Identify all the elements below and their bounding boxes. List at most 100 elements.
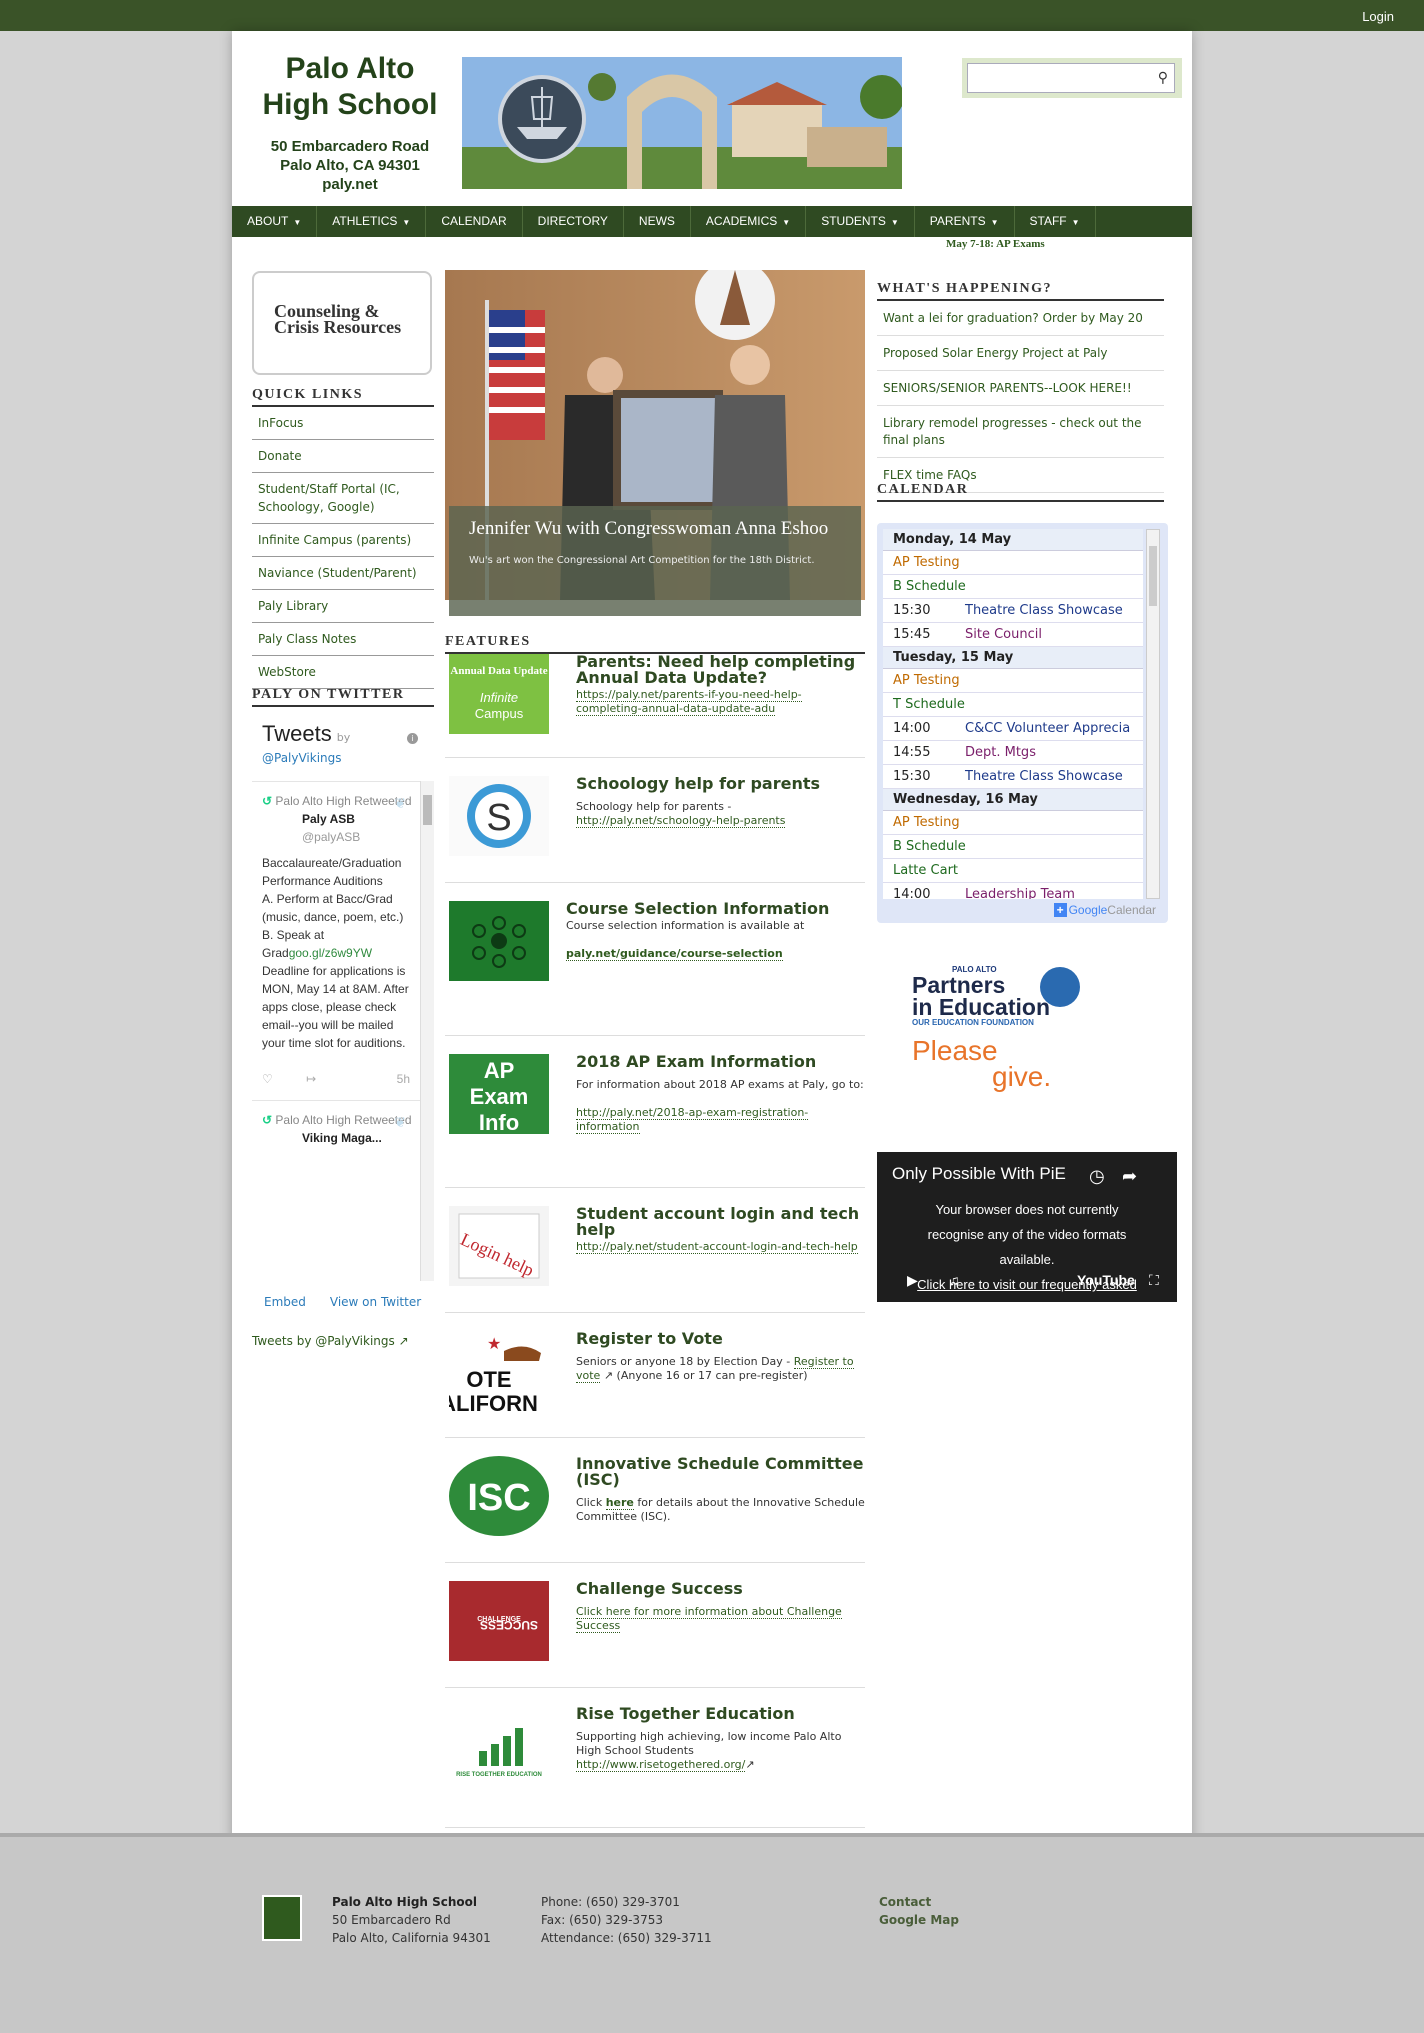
feature-title[interactable]: Schoology help for parents	[576, 776, 866, 792]
feature-title[interactable]: Student account login and tech help	[576, 1206, 866, 1238]
twitter-bird-icon[interactable]: ❦	[394, 1113, 406, 1131]
quick-link[interactable]: Paly Library	[252, 590, 434, 623]
feature-title[interactable]: Challenge Success	[576, 1581, 866, 1597]
feature-image[interactable]: Login help	[449, 1206, 549, 1286]
calendar-event[interactable]: B Schedule	[883, 575, 1143, 599]
feature-image[interactable]	[449, 901, 549, 981]
feature-title[interactable]: 2018 AP Exam Information	[576, 1054, 866, 1070]
counseling-resources-button[interactable]: Counseling & Crisis Resources	[252, 271, 432, 375]
quick-link[interactable]: Donate	[252, 440, 434, 473]
pie-donate-ad[interactable]: PALO ALTO Partners in Education OUR EDUC…	[912, 965, 1082, 1095]
nav-item-students[interactable]: STUDENTS ▼	[806, 206, 915, 237]
tweet-author-handle[interactable]: @palyASB	[302, 828, 424, 846]
twitter-bird-icon[interactable]: ❦	[394, 794, 406, 812]
calendar-event[interactable]: AP Testing	[883, 551, 1143, 575]
contact-link[interactable]: Contact	[879, 1895, 931, 1909]
nav-item-calendar[interactable]: CALENDAR	[426, 206, 523, 237]
feature-body: Click here for details about the Innovat…	[576, 1496, 866, 1524]
feature-title[interactable]: Innovative Schedule Committee (ISC)	[576, 1456, 866, 1488]
nav-item-parents[interactable]: PARENTS ▼	[915, 206, 1015, 237]
quick-link[interactable]: Student/Staff Portal (IC, Schoology, Goo…	[252, 473, 434, 524]
calendar-event[interactable]: 15:30 Theatre Class Showcase	[883, 765, 1143, 789]
fullscreen-icon[interactable]: ⛶	[1149, 1272, 1159, 1289]
share-icon[interactable]: ↦	[306, 1072, 316, 1086]
feature-link[interactable]: https://paly.net/parents-if-you-need-hel…	[576, 688, 802, 716]
school-logo-text[interactable]: Palo Alto High School 50 Embarcadero Roa…	[260, 51, 440, 194]
calendar-event[interactable]: Latte Cart	[883, 859, 1143, 883]
feature-text: Innovative Schedule Committee (ISC) Click…	[576, 1456, 866, 1524]
nav-item-staff[interactable]: STAFF ▼	[1015, 206, 1096, 237]
school-site: paly.net	[322, 176, 378, 193]
calendar-scrollbar[interactable]	[1146, 529, 1160, 899]
calendar-event[interactable]: AP Testing	[883, 811, 1143, 835]
video-player[interactable]: Only Possible With PiE ◷ ➦ Your browser …	[877, 1152, 1177, 1317]
news-link[interactable]: Library remodel progresses - check out t…	[877, 406, 1164, 458]
news-ticker[interactable]: May 7-18: AP Exams	[946, 238, 1045, 250]
feature-image[interactable]: CHALLENGE SUCCESS	[449, 1581, 549, 1661]
feature-link[interactable]: http://paly.net/student-account-login-an…	[576, 1240, 858, 1254]
calendar-event[interactable]: 14:00 C&CC Volunteer Apprecia	[883, 717, 1143, 741]
feature-image[interactable]: AP Exam Info	[449, 1054, 549, 1134]
twitter-scrollbar[interactable]	[420, 781, 434, 1281]
scrollbar-thumb[interactable]	[423, 795, 432, 825]
tweet-age[interactable]: 5h	[397, 1070, 410, 1088]
quick-link[interactable]: InFocus	[252, 407, 434, 440]
calendar-event[interactable]: 15:45 Site Council	[883, 623, 1143, 647]
google-map-link[interactable]: Google Map	[879, 1913, 959, 1927]
quick-link[interactable]: Infinite Campus (parents)	[252, 524, 434, 557]
feature-image[interactable]: Annual Data Update Infinite Campus	[449, 654, 549, 734]
news-link[interactable]: SENIORS/SENIOR PARENTS--LOOK HERE!!	[877, 371, 1164, 406]
calendar-event[interactable]: AP Testing	[883, 669, 1143, 693]
calendar-event[interactable]: B Schedule	[883, 835, 1143, 859]
news-link[interactable]: Want a lei for graduation? Order by May …	[877, 301, 1164, 336]
view-on-twitter-link[interactable]: View on Twitter	[330, 1295, 421, 1309]
calendar-event[interactable]: 14:55 Dept. Mtgs	[883, 741, 1143, 765]
search-input[interactable]: ⚲	[967, 63, 1175, 93]
feature-image[interactable]: ISC	[449, 1456, 549, 1536]
calendar-event[interactable]: 14:00 Leadership Team	[883, 883, 1143, 899]
embed-link[interactable]: Embed	[264, 1295, 306, 1309]
tweet-link[interactable]: goo.gl/z6w9YW	[289, 946, 372, 960]
tweet-author-name[interactable]: Viking Maga...	[302, 1129, 424, 1147]
play-icon[interactable]: ▶	[907, 1272, 918, 1289]
feature-link[interactable]: Click here for more information about Ch…	[576, 1605, 842, 1633]
calendar-event[interactable]: 15:30 Theatre Class Showcase	[883, 599, 1143, 623]
google-calendar-link[interactable]: + GoogleCalendar	[1053, 903, 1156, 917]
share-icon[interactable]: ➦	[1122, 1166, 1137, 1187]
feature-image[interactable]: S	[449, 776, 549, 856]
feature-title[interactable]: Rise Together Education	[576, 1706, 866, 1722]
tweets-by-link[interactable]: Tweets by @PalyVikings ↗	[252, 1334, 409, 1348]
quick-link[interactable]: Naviance (Student/Parent)	[252, 557, 434, 590]
feature-link[interactable]: http://paly.net/2018-ap-exam-registratio…	[576, 1106, 809, 1134]
feature-link[interactable]: paly.net/guidance/course-selection	[566, 947, 783, 961]
feature-title[interactable]: Parents: Need help completing Annual Dat…	[576, 654, 866, 686]
quick-link[interactable]: WebStore	[252, 656, 434, 689]
nav-item-about[interactable]: ABOUT ▼	[232, 206, 318, 237]
clock-icon[interactable]: ◷	[1089, 1166, 1105, 1187]
quick-link[interactable]: Paly Class Notes	[252, 623, 434, 656]
search-icon[interactable]: ⚲	[1158, 70, 1168, 86]
feature-title[interactable]: Register to Vote	[576, 1331, 866, 1347]
info-icon[interactable]: i	[407, 733, 418, 744]
youtube-logo[interactable]: YouTube	[1077, 1272, 1135, 1288]
twitter-handle-link[interactable]: @PalyVikings	[262, 751, 342, 765]
calendar-event[interactable]: T Schedule	[883, 693, 1143, 717]
news-link[interactable]: Proposed Solar Energy Project at Paly	[877, 336, 1164, 371]
heart-icon[interactable]: ♡	[262, 1072, 273, 1086]
scrollbar-thumb[interactable]	[1149, 546, 1157, 606]
feature-image[interactable]: ★ OTE ALIFORN	[449, 1331, 549, 1411]
volume-icon[interactable]: ♫	[949, 1272, 960, 1288]
feature-image[interactable]: RISE TOGETHER EDUCATION	[449, 1706, 549, 1786]
login-link[interactable]: Login	[1362, 9, 1394, 24]
nav-item-academics[interactable]: ACADEMICS ▼	[691, 206, 807, 237]
nav-item-directory[interactable]: DIRECTORY	[523, 206, 624, 237]
nav-item-news[interactable]: NEWS	[624, 206, 691, 237]
tweet-author-name[interactable]: Paly ASB	[302, 810, 424, 828]
feature-link[interactable]: http://paly.net/schoology-help-parents	[576, 814, 786, 828]
feature-link[interactable]: http://www.risetogethered.org/	[576, 1758, 746, 1772]
event-title: AP Testing	[893, 673, 960, 688]
feature-link[interactable]: here	[605, 1496, 634, 1510]
calendar-agenda[interactable]: Monday, 14 May AP Testing B Schedule 15:30 T…	[883, 529, 1143, 899]
feature-title[interactable]: Course Selection Information	[566, 901, 856, 917]
nav-item-athletics[interactable]: ATHLETICS ▼	[317, 206, 427, 237]
